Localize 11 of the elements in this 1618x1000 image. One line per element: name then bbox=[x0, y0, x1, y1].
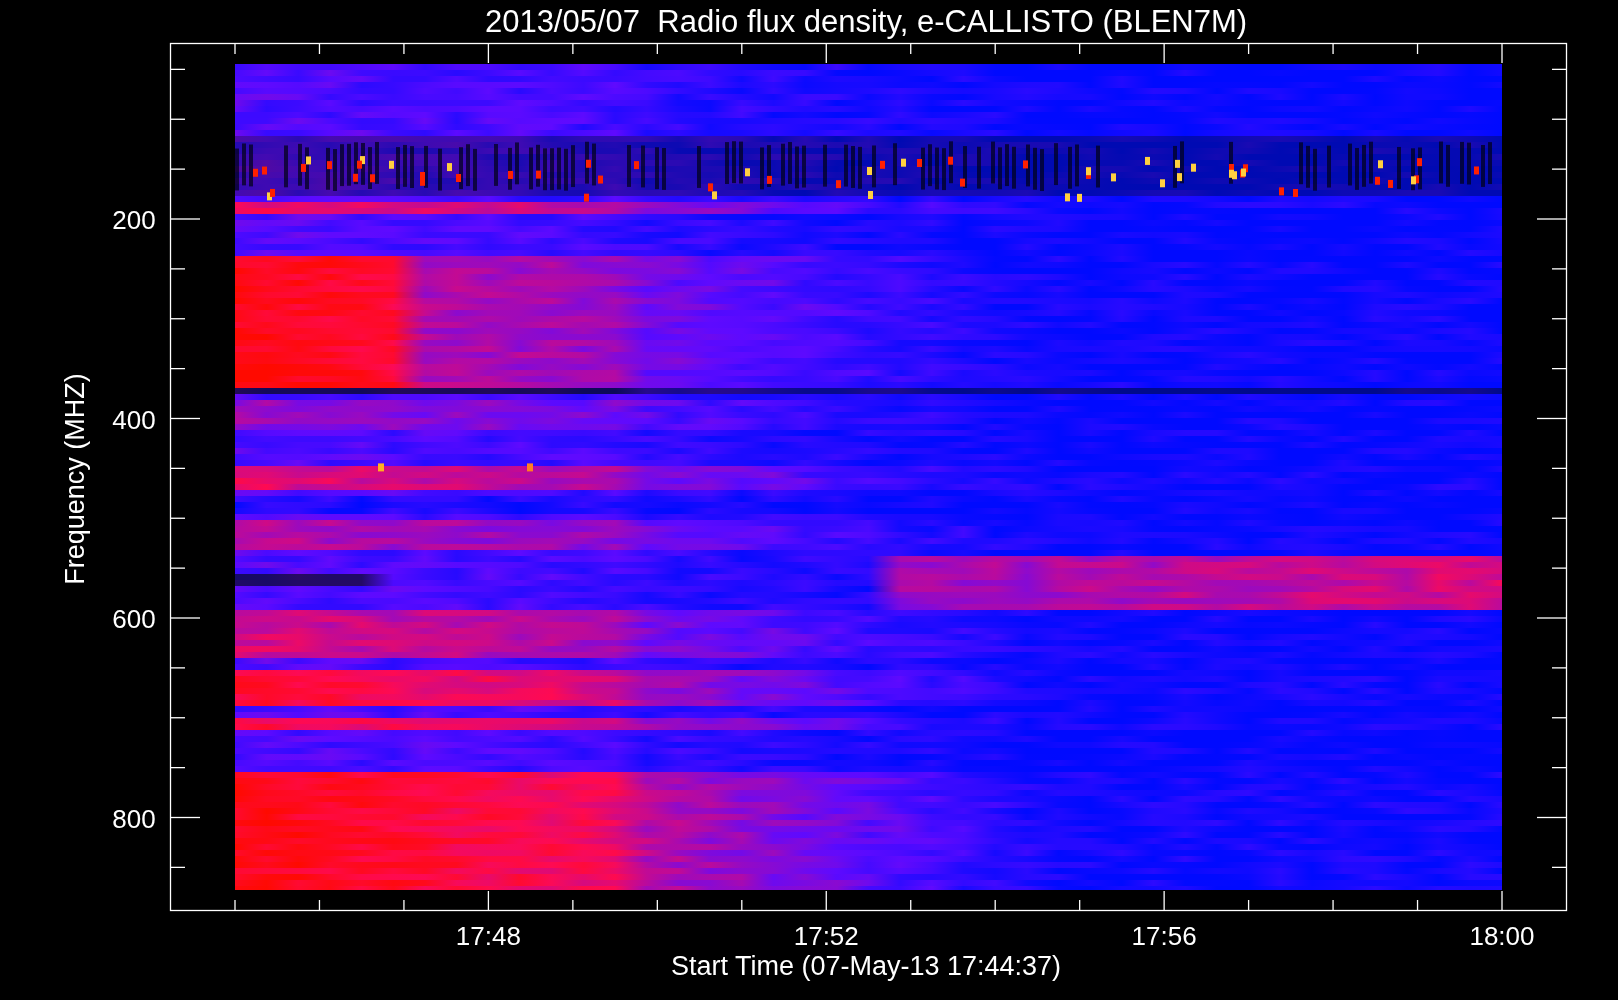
y-tick-label: 200 bbox=[112, 205, 156, 235]
x-tick-label: 17:48 bbox=[455, 921, 521, 951]
y-tick-label: 400 bbox=[112, 404, 156, 435]
y-tick-label: 600 bbox=[112, 604, 156, 634]
x-axis-label: Start Time (07-May-13 17:44:37) bbox=[670, 951, 1062, 981]
y-axis-label: Frequency (MHZ) bbox=[60, 373, 90, 585]
chart-title: 2013/05/07 Radio flux density, e-CALLISTO (BLEN7M) bbox=[484, 4, 1248, 39]
x-tick-label: 18:00 bbox=[1469, 921, 1535, 951]
x-tick-label: 17:52 bbox=[793, 921, 859, 951]
y-tick-label: 800 bbox=[112, 803, 156, 834]
x-tick-label: 17:56 bbox=[1131, 921, 1197, 951]
